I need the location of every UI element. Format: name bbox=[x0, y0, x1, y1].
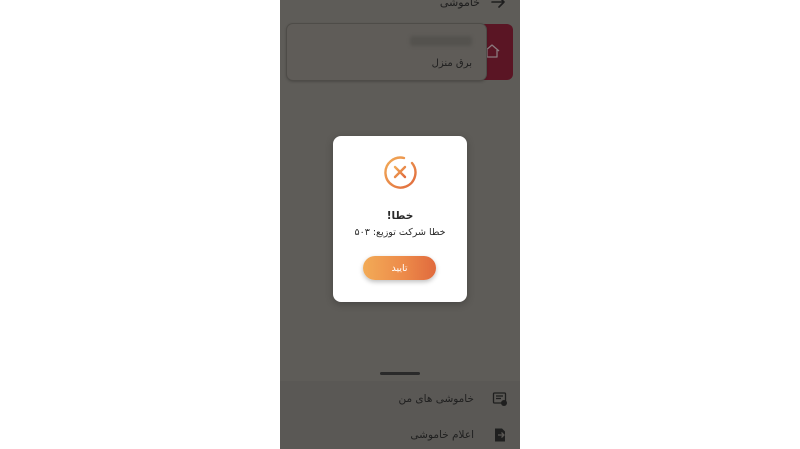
confirm-button[interactable]: تایید bbox=[363, 256, 436, 280]
dialog-message: خطا شرکت توزیع: ۵۰۳ bbox=[354, 227, 446, 238]
dialog-title: خطا! bbox=[386, 210, 414, 222]
top-bar: خاموشی bbox=[280, 0, 520, 14]
account-name: برق منزل bbox=[431, 58, 472, 69]
error-x-icon bbox=[384, 156, 417, 189]
menu-item-report-outage[interactable]: اعلام خاموشی bbox=[280, 421, 520, 449]
card-body: برق منزل bbox=[287, 24, 486, 80]
account-card[interactable]: برق منزل bbox=[287, 24, 513, 80]
outage-list-icon bbox=[492, 392, 507, 406]
page-title: خاموشی bbox=[439, 0, 480, 9]
home-indicator bbox=[380, 372, 420, 375]
menu-item-label: خاموشی های من bbox=[398, 393, 474, 405]
report-outage-icon bbox=[495, 428, 505, 442]
menu-item-my-outages[interactable]: خاموشی های من bbox=[280, 385, 520, 415]
bottom-menu: خاموشی های من اعلام خاموشی bbox=[280, 381, 520, 449]
blurred-account-number bbox=[410, 36, 472, 46]
error-dialog: خطا! خطا شرکت توزیع: ۵۰۳ تایید bbox=[333, 136, 467, 302]
menu-item-label: اعلام خاموشی bbox=[410, 429, 474, 441]
arrow-right-icon[interactable] bbox=[490, 0, 506, 10]
